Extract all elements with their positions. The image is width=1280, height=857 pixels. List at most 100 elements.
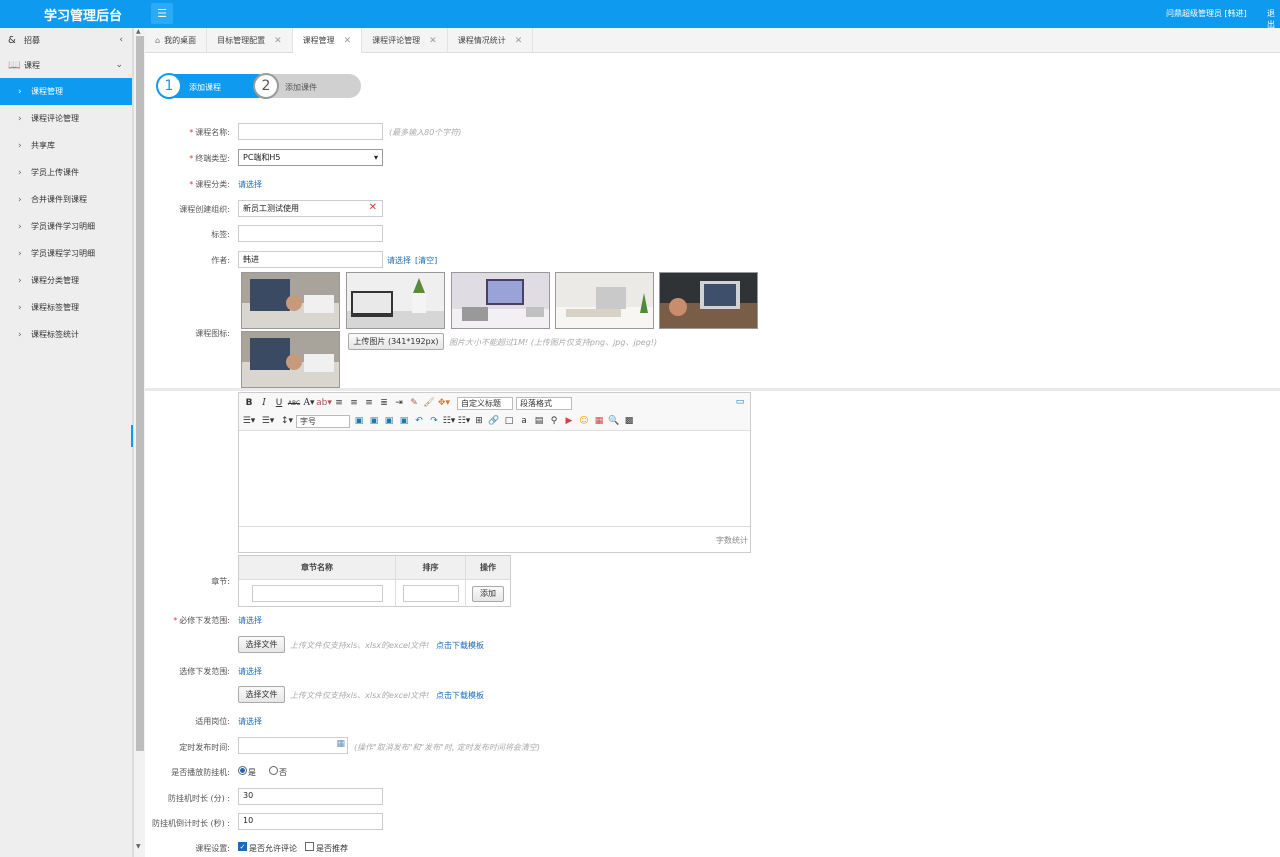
- underline-icon[interactable]: U: [273, 397, 285, 409]
- upload-image-button[interactable]: 上传图片 (341*192px): [348, 333, 444, 350]
- required-scope-link[interactable]: 请选择: [238, 615, 262, 626]
- find-icon[interactable]: ⚲: [548, 415, 560, 427]
- publish-time-input[interactable]: ▦: [238, 737, 348, 754]
- row-spacing-bottom-icon[interactable]: ☰▾: [262, 415, 275, 427]
- eraser-icon[interactable]: ✎: [408, 397, 420, 409]
- scroll-up-icon[interactable]: ▲: [136, 28, 141, 35]
- sidebar-group-recruit[interactable]: & 招募 ‹: [0, 28, 132, 53]
- close-icon[interactable]: ✕: [515, 36, 523, 46]
- elective-scope-link[interactable]: 请选择: [238, 666, 262, 677]
- course-image-option[interactable]: [241, 331, 340, 388]
- image-left-icon[interactable]: ▣: [353, 415, 365, 427]
- image-none-icon[interactable]: ▣: [383, 415, 395, 427]
- emotion-icon[interactable]: ☺: [578, 415, 590, 427]
- author-select-link[interactable]: 请选择: [387, 255, 411, 266]
- course-image-option[interactable]: [555, 272, 654, 329]
- sidebar-item-course-manage[interactable]: › 课程管理: [0, 78, 132, 105]
- table-icon[interactable]: ⊞: [473, 415, 485, 427]
- ordered-list-icon[interactable]: ☷▾: [458, 415, 471, 427]
- scrollbar-thumb[interactable]: [136, 36, 144, 751]
- required-download-template[interactable]: 点击下载模板: [436, 640, 484, 651]
- anti-hang-no-radio[interactable]: [269, 766, 278, 775]
- unordered-list-icon[interactable]: ☷▾: [443, 415, 456, 427]
- chapter-order-input[interactable]: [402, 585, 459, 602]
- logout-link[interactable]: 退出: [1267, 8, 1280, 30]
- position-link[interactable]: 请选择: [238, 716, 262, 727]
- recommend-checkbox[interactable]: [305, 842, 314, 851]
- align-justify-icon[interactable]: ≣: [378, 397, 390, 409]
- paragraph-select[interactable]: 段落格式: [516, 396, 572, 410]
- align-right-icon[interactable]: ≡: [363, 397, 375, 409]
- countdown-input[interactable]: 10: [238, 813, 383, 830]
- course-name-input[interactable]: [238, 123, 383, 140]
- image-center-icon[interactable]: ▣: [398, 415, 410, 427]
- redo-icon[interactable]: ↷: [428, 415, 440, 427]
- anti-hang-minutes-input[interactable]: 30: [238, 788, 383, 805]
- countdown-value: 10: [243, 816, 254, 825]
- category-select-link[interactable]: 请选择: [238, 179, 262, 190]
- tab-course-comment[interactable]: 课程评论管理 ✕: [362, 28, 448, 53]
- tab-goal-config[interactable]: 目标管理配置 ✕: [207, 28, 293, 53]
- template-icon[interactable]: ▩: [623, 415, 635, 427]
- calendar-icon[interactable]: ▦: [336, 739, 345, 749]
- terminal-select[interactable]: PC端和H5 ▾: [238, 149, 383, 166]
- menu-toggle-button[interactable]: ☰: [151, 3, 173, 24]
- bold-icon[interactable]: B: [243, 397, 255, 409]
- course-image-option[interactable]: [241, 272, 340, 329]
- anchor-icon[interactable]: a: [518, 415, 530, 427]
- image-insert-icon[interactable]: ▦: [593, 415, 605, 427]
- clear-icon[interactable]: ✕: [369, 202, 377, 213]
- tab-course-manage[interactable]: 课程管理 ✕: [292, 28, 363, 53]
- preview-icon[interactable]: 🔍: [608, 415, 620, 427]
- sidebar-group-course[interactable]: 📖 课程 ⌄: [0, 53, 132, 78]
- highlight-icon[interactable]: ab▾: [316, 397, 332, 409]
- fullscreen-icon[interactable]: ▭: [734, 396, 746, 408]
- close-icon[interactable]: ✕: [429, 36, 437, 46]
- anti-hang-yes-label: 是: [248, 768, 256, 777]
- strikethrough-icon[interactable]: ABC: [288, 397, 300, 409]
- step-2-circle: 2: [253, 73, 279, 99]
- editor-content-area[interactable]: [239, 431, 750, 527]
- user-info[interactable]: 问鼎超级管理员 [韩进]: [1166, 8, 1247, 19]
- line-height-icon[interactable]: ↕▾: [281, 415, 293, 427]
- font-color-icon[interactable]: A▾: [303, 397, 315, 409]
- tag-input[interactable]: [238, 225, 383, 242]
- org-input[interactable]: 新员工测试使用 ✕: [238, 200, 383, 217]
- chapter-name-input[interactable]: [251, 585, 383, 602]
- heading-select[interactable]: 自定义标题: [457, 396, 513, 410]
- course-image-option[interactable]: [451, 272, 550, 329]
- elective-file-button[interactable]: 选择文件: [238, 686, 285, 703]
- course-image-option[interactable]: [346, 272, 445, 329]
- sidebar-item-category[interactable]: › 课程分类管理: [0, 267, 132, 294]
- close-icon[interactable]: ✕: [344, 36, 352, 46]
- elective-download-template[interactable]: 点击下载模板: [436, 690, 484, 701]
- required-file-button[interactable]: 选择文件: [238, 636, 285, 653]
- print-icon[interactable]: ▤: [533, 415, 545, 427]
- format-brush-icon[interactable]: 🖌: [423, 397, 435, 409]
- course-name-label: * 课程名称:: [189, 128, 230, 137]
- icon-label: 课程图标:: [195, 329, 230, 338]
- author-input[interactable]: 韩进: [238, 251, 383, 268]
- author-clear-link[interactable]: [清空]: [415, 255, 437, 266]
- anti-hang-yes-radio[interactable]: [238, 766, 247, 775]
- page-icon[interactable]: □: [503, 415, 515, 427]
- chapter-add-button[interactable]: 添加: [472, 585, 504, 602]
- image-right-icon[interactable]: ▣: [368, 415, 380, 427]
- undo-icon[interactable]: ↶: [413, 415, 425, 427]
- indent-icon[interactable]: ⇥: [393, 397, 405, 409]
- italic-icon[interactable]: I: [258, 397, 270, 409]
- paint-icon[interactable]: ✥▾: [438, 397, 450, 409]
- tab-course-stats[interactable]: 课程情况统计 ✕: [448, 28, 534, 53]
- upload-hint: 图片大小不能超过1M! (上传图片仅支持png、jpg、jpeg!): [449, 338, 658, 347]
- row-spacing-top-icon[interactable]: ☰▾: [243, 415, 256, 427]
- font-size-select[interactable]: 字号: [296, 414, 350, 428]
- close-icon[interactable]: ✕: [274, 36, 282, 46]
- sidebar-item-tag-manage[interactable]: › 课程标签管理: [0, 294, 132, 321]
- align-center-icon[interactable]: ≡: [348, 397, 360, 409]
- course-image-option[interactable]: [659, 272, 758, 329]
- align-left-icon[interactable]: ≡: [333, 397, 345, 409]
- video-icon[interactable]: ▶: [563, 415, 575, 427]
- tab-desktop[interactable]: ⌂ 我的桌面: [145, 28, 208, 53]
- link-icon[interactable]: 🔗: [488, 415, 500, 427]
- allow-comment-checkbox[interactable]: ✓: [238, 842, 247, 851]
